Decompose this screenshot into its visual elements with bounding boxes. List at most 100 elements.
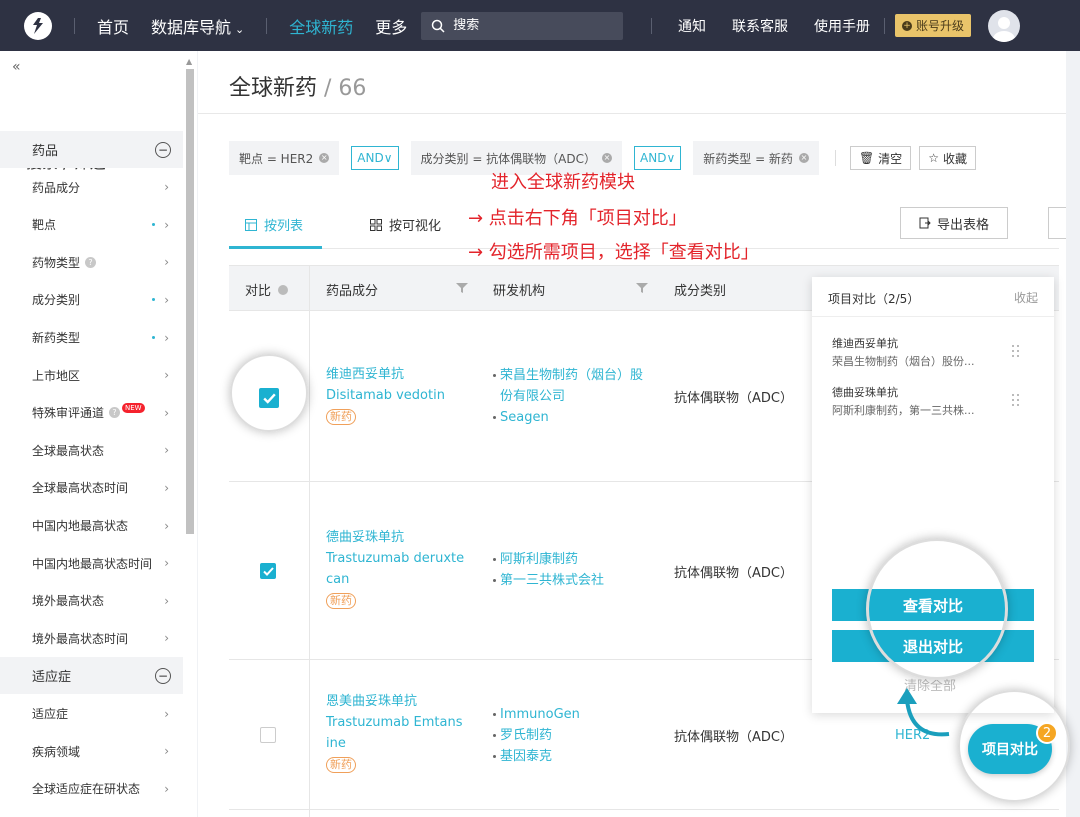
sidebar-item-label: 适应症 [32,670,72,686]
divider [651,17,652,34]
component-type: 抗体偶联物（ADC） [674,566,793,581]
filter-chip-newdrug[interactable]: 新药类型 = 新药 × [693,141,819,175]
sidebar-item-label: 药物类型 [32,255,81,270]
drug-en: Trastuzumab deruxtecan [326,551,465,587]
compare-item[interactable]: 德曲妥珠单抗 阿斯利康制药，第一三共株... [832,384,1042,420]
sidebar-item[interactable]: 境外最高状态 › [0,582,183,619]
clear-filters-button[interactable]: 🗑︎ 清空 [849,146,912,170]
export-label: 导出表格 [936,217,989,233]
drag-handle-icon[interactable] [1012,394,1022,406]
nav-home[interactable]: 首页 [97,14,129,38]
plus-icon: + [902,20,912,31]
tutorial-arrow-icon [897,688,950,737]
help-icon[interactable]: ? [85,256,97,268]
drug-name-link[interactable]: 恩美曲妥珠单抗 Trastuzumab Emtansine 新药 [326,691,466,775]
sidebar-item[interactable]: 特殊审评通道? NEW › [0,394,183,431]
compare-item-org: 阿斯利康制药，第一三共株... [832,404,975,417]
org-link[interactable]: 罗氏制药 [493,725,643,746]
chevron-down-icon: ⌄ [235,22,245,36]
search-input[interactable] [453,18,604,33]
drug-name-link[interactable]: 德曲妥珠单抗 Trastuzumab deruxtecan 新药 [326,527,466,611]
collapse-panel-button[interactable]: 收起 [1014,289,1038,306]
filter-chip-target[interactable]: 靶点 = HER2 × [229,141,340,175]
and-operator-select[interactable]: AND ∨ [351,146,399,170]
compare-checkbox[interactable] [259,388,279,408]
drug-name-link[interactable]: 维迪西妥单抗 Disitamab vedotin 新药 [326,364,476,427]
collapse-group-icon[interactable]: − [155,141,171,158]
tab-visual[interactable]: 按可视化 [370,215,441,234]
nav-more[interactable]: 更多 [375,14,407,38]
org-link[interactable]: 第一三共株式会社 [493,570,643,591]
view-compare-button[interactable]: 查看对比 [832,589,1034,621]
sidebar-item[interactable]: 新药类型 › [0,319,183,356]
sidebar-item[interactable]: 成分类别 › [0,281,183,318]
save-filters-button[interactable]: ☆ 收藏 [919,146,976,170]
compare-panel-header: 项目对比（2/5） 收起 [812,277,1054,317]
divider [266,17,268,34]
sidebar-item[interactable]: 中国内地最高状态 › [0,507,183,544]
nav-contact-support[interactable]: 联系客服 [732,16,788,36]
and-label: AND [357,151,384,165]
export-table-button[interactable]: 导出表格 [900,207,1008,239]
close-icon[interactable]: × [798,153,809,163]
filter-icon[interactable] [456,282,468,294]
sidebar-item[interactable]: 药品成分 › [0,169,183,206]
chevron-right-icon: › [164,480,169,495]
filter-icon[interactable] [636,282,648,294]
sidebar-group[interactable]: 适应症 − [0,657,183,695]
org-link[interactable]: ImmunoGen [493,704,643,725]
sidebar-item[interactable]: 全球最高状态 › [0,432,183,469]
and-operator-select[interactable]: AND ∨ [634,146,682,170]
header-org: 研发机构 [493,284,546,299]
help-icon[interactable]: ? [109,407,121,419]
collapse-group-icon[interactable]: − [155,667,171,684]
drag-handle-icon[interactable] [1012,345,1022,357]
sidebar-item[interactable]: 药物类型? › [0,244,183,281]
star-icon: ☆ [928,151,939,165]
sidebar-item[interactable]: 境外最高状态时间 › [0,620,183,657]
search-box[interactable] [421,11,624,40]
scrollbar-thumb[interactable] [186,69,194,534]
sidebar-item[interactable]: 疾病领域 › [0,733,183,770]
org-link[interactable]: 基因泰克 [493,746,643,767]
table-icon [245,218,257,231]
sidebar-item-label: 中国内地最高状态时间 [32,556,153,571]
collapse-sidebar-icon[interactable]: « [12,59,21,75]
sidebar-item[interactable]: 全球适应症在研状态 › [0,770,183,807]
org-link[interactable]: 阿斯利康制药 [493,549,643,570]
result-count: / 66 [317,76,366,101]
upgrade-button[interactable]: + 账号升级 [895,14,972,37]
tab-list[interactable]: 按列表 [245,215,303,234]
sidebar-scrollbar[interactable]: ▲ [184,56,196,817]
nav-manual[interactable]: 使用手册 [814,16,870,36]
compare-item[interactable]: 维迪西妥单抗 荣昌生物制药（烟台）股份... [832,335,1042,371]
compare-item-org: 荣昌生物制药（烟台）股份... [832,355,975,368]
scroll-up-icon[interactable]: ▲ [186,57,192,66]
nav-notifications[interactable]: 通知 [678,16,706,36]
close-icon[interactable]: × [319,153,330,163]
sidebar-item[interactable]: 中国内地最高状态时间 › [0,545,183,582]
nav-database[interactable]: 数据库导航 ⌄ [151,14,244,38]
compare-checkbox[interactable] [260,563,276,579]
compare-panel: 项目对比（2/5） 收起 维迪西妥单抗 荣昌生物制药（烟台）股份... 德曲妥珠… [812,277,1054,713]
exit-compare-button[interactable]: 退出对比 [832,630,1034,662]
sidebar-item[interactable]: 靶点 › [0,206,183,243]
org-link[interactable]: 荣昌生物制药（烟台）股份有限公司 [493,365,643,407]
sidebar-item[interactable]: 上市地区 › [0,357,183,394]
close-icon[interactable]: × [602,153,613,163]
chevron-right-icon: › [164,405,169,420]
filter-chip-label: 新药类型 = 新药 [703,151,793,166]
org-link[interactable]: Seagen [493,407,643,428]
chevron-right-icon: › [164,255,169,270]
sidebar-item[interactable]: 全球最高状态时间 › [0,469,183,506]
compare-checkbox[interactable] [260,727,276,743]
sidebar-group[interactable]: 药品 − [0,131,183,168]
nav-global-drugs[interactable]: 全球新药 [289,14,353,38]
sidebar-item[interactable]: 适应症 › [0,695,183,732]
avatar[interactable] [988,9,1021,42]
app-logo[interactable] [24,11,52,40]
component-type: 抗体偶联物（ADC） [674,730,793,745]
title-separator: / [317,76,339,101]
help-icon[interactable] [278,284,289,295]
tab-visual-label: 按可视化 [389,219,442,234]
